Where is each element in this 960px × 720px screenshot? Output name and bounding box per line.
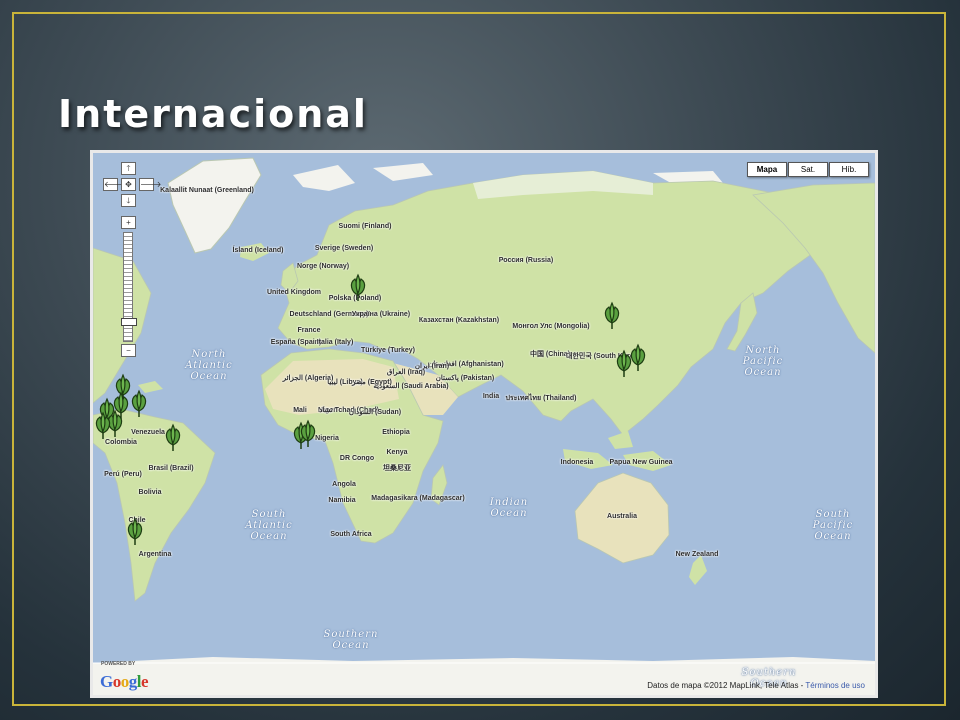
- attribution-text: Datos de mapa ©2012 MapLink, Tele Atlas …: [647, 681, 806, 690]
- country-label: Brasil (Brazil): [148, 465, 194, 472]
- ocean-label: Southern Ocean: [323, 629, 379, 651]
- country-label: Argentina: [138, 551, 172, 558]
- arrow-right-icon[interactable]: 🡒: [139, 178, 161, 191]
- arrow-up-icon[interactable]: 🡑: [121, 162, 136, 175]
- country-label: Kalaallit Nunaat (Greenland): [160, 187, 254, 194]
- ocean-label: South Pacific Ocean: [812, 509, 854, 542]
- map-type-hybrid-button[interactable]: Híb.: [829, 162, 869, 177]
- country-label: Монгол Улс (Mongolia): [512, 323, 590, 330]
- country-label: ประเทศไทย (Thailand): [505, 395, 577, 402]
- country-label: السودان (Sudan): [348, 409, 402, 416]
- country-label: New Zealand: [675, 551, 719, 558]
- country-label: مصر (Egypt): [352, 379, 392, 386]
- arrow-down-icon[interactable]: 🡓: [121, 194, 136, 207]
- country-label: Indonesia: [560, 459, 594, 466]
- country-label: Україна (Ukraine): [351, 311, 411, 318]
- country-label: Papua New Guinea: [609, 459, 673, 466]
- map-attribution: Datos de mapa ©2012 MapLink, Tele Atlas …: [647, 681, 865, 690]
- zoom-out-icon[interactable]: −: [121, 344, 136, 357]
- country-label: United Kingdom: [266, 289, 322, 296]
- arrow-left-icon[interactable]: 🡐: [103, 178, 125, 191]
- country-label: France: [297, 327, 321, 334]
- country-label: South Africa: [330, 531, 372, 538]
- country-label: Venezuela: [131, 429, 165, 436]
- country-label: 坦桑尼亚: [383, 465, 411, 472]
- map-type-control: Mapa Sat. Híb.: [747, 162, 869, 177]
- country-label: Chile: [128, 517, 146, 524]
- country-label: Australia: [607, 513, 637, 520]
- country-label: India: [482, 393, 500, 400]
- country-label: Colombia: [105, 439, 137, 446]
- world-map-base: [93, 153, 875, 695]
- country-label: Ísland (Iceland): [232, 247, 284, 254]
- country-label: Polska (Poland): [328, 295, 382, 302]
- country-label: Nigeria: [315, 435, 339, 442]
- country-label: Türkiye (Turkey): [361, 347, 415, 354]
- country-label: Ethiopia: [382, 429, 410, 436]
- country-label: Madagasikara (Madagascar): [371, 495, 465, 502]
- map-nav-control: 🡑 🡐 ✥ 🡒 🡓 + −: [96, 162, 161, 362]
- terms-link[interactable]: Términos de uso: [805, 681, 865, 690]
- slide-title: Internacional: [58, 92, 368, 136]
- google-logo[interactable]: Google: [100, 672, 149, 692]
- country-label: Namibia: [328, 497, 356, 504]
- ocean-label: North Atlantic Ocean: [185, 349, 233, 382]
- powered-by-label: POWERED BY: [101, 661, 136, 667]
- map-widget[interactable]: Kalaallit Nunaat (Greenland) Ísland (Ice…: [90, 150, 878, 698]
- country-label: Kenya: [386, 449, 408, 456]
- country-label: Perú (Peru): [104, 471, 142, 478]
- map-type-satellite-button[interactable]: Sat.: [788, 162, 828, 177]
- country-label: 대한민국 (South Korea): [566, 353, 640, 360]
- country-label: العراق (Iraq): [386, 369, 426, 376]
- country-label: 中国 (China): [529, 351, 571, 358]
- center-icon[interactable]: ✥: [121, 178, 136, 191]
- map-type-map-button[interactable]: Mapa: [747, 162, 787, 177]
- country-label: Italia (Italy): [316, 339, 354, 346]
- ocean-label: South Atlantic Ocean: [245, 509, 293, 542]
- ocean-label: Indian Ocean: [489, 497, 529, 519]
- country-label: Sverige (Sweden): [314, 245, 374, 252]
- country-label: España (Spain): [270, 339, 322, 346]
- country-label: Bolivia: [138, 489, 162, 496]
- country-label: پاکستان (Pakistan): [435, 375, 495, 382]
- zoom-in-icon[interactable]: +: [121, 216, 136, 229]
- country-label: Suomi (Finland): [338, 223, 392, 230]
- country-label: DR Congo: [339, 455, 375, 462]
- country-label: Norge (Norway): [296, 263, 350, 270]
- country-label: Mali: [293, 407, 307, 414]
- country-label: الجزائر (Algeria): [282, 375, 334, 382]
- country-label: Казахстан (Kazakhstan): [418, 317, 500, 324]
- ocean-label: North Pacific Ocean: [742, 345, 784, 378]
- country-label: Россия (Russia): [498, 257, 554, 264]
- zoom-slider-handle[interactable]: [121, 318, 137, 326]
- country-label: Angola: [332, 481, 356, 488]
